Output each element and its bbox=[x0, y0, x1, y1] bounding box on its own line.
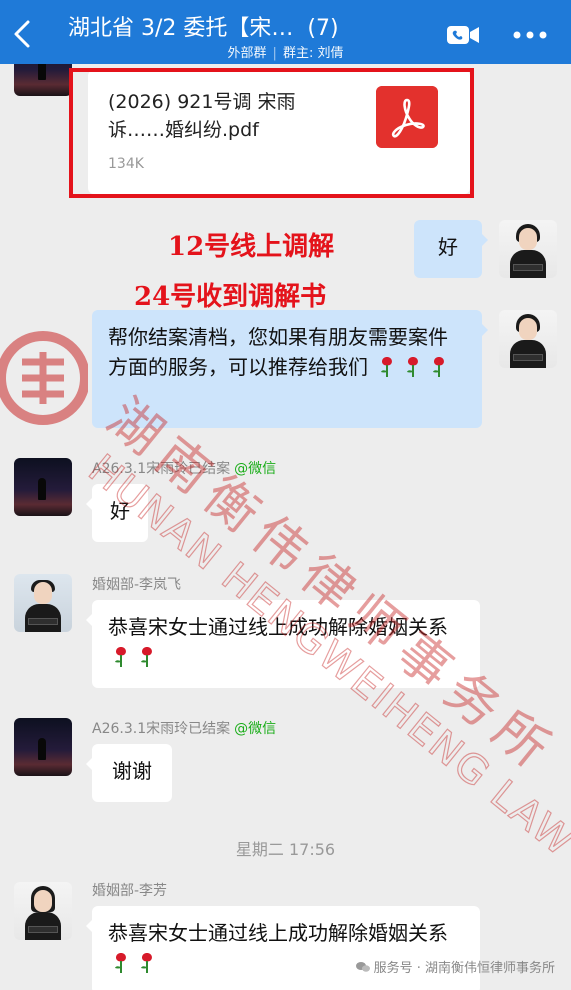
message-bubble[interactable]: 谢谢 bbox=[86, 744, 172, 802]
message-bubble-self[interactable]: 帮你结案清档，您如果有朋友需要案件方面的服务，可以推荐给我们 bbox=[92, 310, 488, 428]
pdf-file-icon bbox=[376, 86, 438, 148]
self-avatar[interactable] bbox=[499, 310, 557, 368]
group-type-label: 外部群 bbox=[227, 46, 267, 61]
chat-title-ellipsis: … bbox=[271, 16, 294, 41]
sender-platform-tag: @微信 bbox=[234, 461, 277, 477]
message-bubble[interactable]: 好 bbox=[86, 484, 148, 542]
message-text: 好 bbox=[110, 499, 130, 523]
message-text: 帮你结案清档，您如果有朋友需要案件方面的服务，可以推荐给我们 bbox=[108, 325, 448, 379]
message-bubble[interactable]: 恭喜宋女士通过线上成功解除婚姻关系 bbox=[86, 906, 480, 990]
sender-name: A26.3.1宋雨玲已结案 @微信 bbox=[92, 718, 276, 738]
rose-emoji-icon bbox=[141, 647, 152, 667]
law-firm-logo-watermark bbox=[0, 331, 88, 425]
subtitle-divider: | bbox=[272, 46, 277, 61]
message-timestamp: 星期二 17:56 bbox=[235, 840, 336, 859]
sender-avatar[interactable] bbox=[14, 574, 72, 632]
video-call-icon[interactable] bbox=[446, 24, 480, 46]
sender-platform-tag: @微信 bbox=[234, 721, 277, 737]
message-text: 好 bbox=[438, 235, 458, 259]
sender-name: A26.3.1宋雨玲已结案 @微信 bbox=[92, 458, 276, 478]
message-bubble[interactable]: 恭喜宋女士通过线上成功解除婚姻关系 bbox=[86, 600, 480, 688]
footer-label: 服务号 · 湖南衡伟恒律师事务所 bbox=[373, 961, 555, 976]
more-options-icon[interactable] bbox=[512, 30, 548, 40]
chat-title: 湖北省 3/2 委托【宋… (7) bbox=[68, 10, 448, 42]
message-bubble-self[interactable]: 好 bbox=[414, 220, 488, 278]
sender-avatar[interactable] bbox=[14, 882, 72, 940]
file-message-card[interactable]: (2026) 921号调 宋雨 诉……婚纠纷.pdf 134K bbox=[88, 70, 470, 194]
rose-emoji-icon bbox=[115, 647, 126, 667]
service-account-footer: 服务号 · 湖南衡伟恒律师事务所 bbox=[355, 957, 555, 976]
chat-subtitle: 外部群 | 群主: 刘倩 bbox=[0, 42, 571, 61]
annotation-line-2: 24号收到调解书 bbox=[134, 282, 327, 312]
annotation-line-1: 12号线上调解 bbox=[168, 232, 335, 262]
watermark-en-text: HUNAN HENGWEIHENG LAW FIRM bbox=[80, 446, 571, 942]
self-avatar[interactable] bbox=[499, 220, 557, 278]
sender-name-text: A26.3.1宋雨玲已结案 bbox=[92, 721, 231, 737]
file-name: (2026) 921号调 宋雨 诉……婚纠纷.pdf bbox=[108, 91, 296, 141]
sender-avatar[interactable] bbox=[14, 64, 72, 96]
sender-name: 婚姻部-李岚飞 bbox=[92, 577, 182, 593]
chat-title-text: 湖北省 3/2 委托【宋 bbox=[68, 16, 272, 41]
sender-name-text: A26.3.1宋雨玲已结案 bbox=[92, 461, 231, 477]
chat-area[interactable]: (2026) 921号调 宋雨 诉……婚纠纷.pdf 134K 12号线上调解 … bbox=[0, 64, 571, 990]
rose-emoji-icon bbox=[381, 357, 393, 377]
message-text: 谢谢 bbox=[112, 759, 152, 783]
wechat-icon bbox=[355, 962, 370, 972]
rose-emoji-icon bbox=[141, 953, 152, 973]
message-text: 恭喜宋女士通过线上成功解除婚姻关系 bbox=[108, 921, 448, 945]
message-text: 恭喜宋女士通过线上成功解除婚姻关系 bbox=[108, 615, 448, 639]
group-owner-label: 群主: 刘倩 bbox=[282, 46, 344, 61]
file-size: 134K bbox=[108, 156, 144, 172]
sender-name: 婚姻部-李芳 bbox=[92, 883, 168, 899]
sender-avatar[interactable] bbox=[14, 458, 72, 516]
chat-header: 湖北省 3/2 委托【宋… (7) 外部群 | 群主: 刘倩 bbox=[0, 0, 571, 64]
rose-emoji-icon bbox=[407, 357, 419, 377]
sender-avatar[interactable] bbox=[14, 718, 72, 776]
rose-emoji-icon bbox=[433, 357, 445, 377]
rose-emoji-icon bbox=[115, 953, 126, 973]
member-count: (7) bbox=[307, 16, 339, 41]
